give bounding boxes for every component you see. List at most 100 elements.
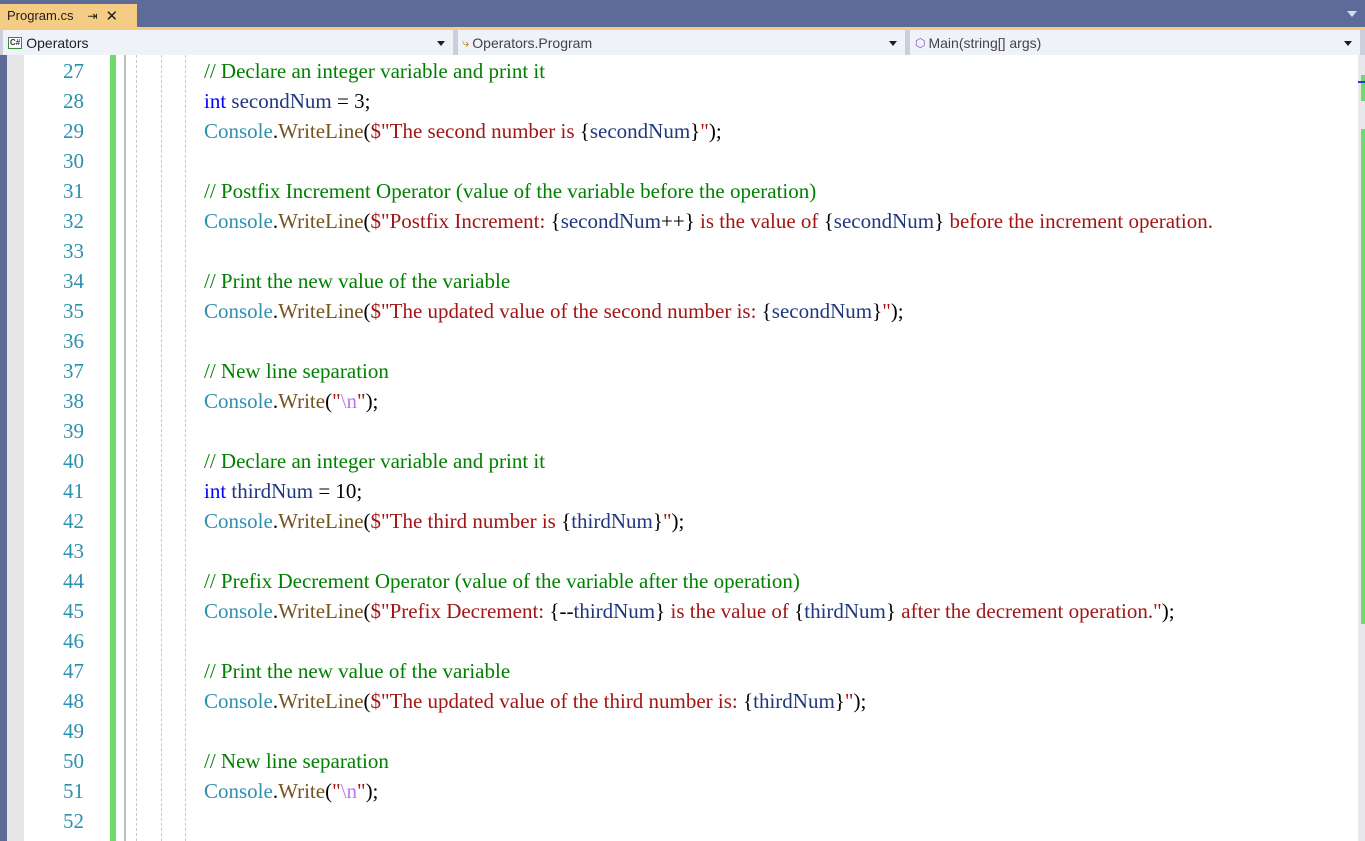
code-token: " — [662, 509, 672, 533]
code-token: { — [561, 509, 572, 533]
line-number: 33 — [63, 239, 84, 263]
code-token: $"The third number is — [370, 509, 562, 533]
line-number: 41 — [63, 479, 84, 503]
line-number: 45 — [63, 599, 84, 623]
member-dropdown[interactable]: ⬡ Main(string[] args) — [910, 30, 1360, 55]
code-token: ); — [1161, 599, 1175, 623]
line-number: 34 — [63, 269, 84, 293]
code-token: Console — [204, 509, 273, 533]
code-token: WriteLine — [278, 509, 364, 533]
code-line[interactable]: Console.WriteLine($"Postfix Increment: {… — [204, 206, 1213, 236]
code-token: $"Postfix Increment: — [370, 209, 551, 233]
navigation-bar: C# Operators ⤷ Operators.Program ⬡ Main(… — [0, 29, 1365, 55]
code-line[interactable]: // New line separation — [204, 746, 389, 776]
tab-title: Program.cs — [7, 8, 74, 23]
code-token: WriteLine — [278, 599, 364, 623]
close-icon[interactable]: ✕ — [106, 7, 119, 25]
line-number: 38 — [63, 389, 84, 413]
code-token: // New line separation — [204, 359, 389, 383]
code-token: ); — [708, 119, 722, 143]
line-number: 27 — [63, 59, 84, 83]
code-token: thirdNum — [573, 599, 656, 623]
code-token: ); — [365, 779, 379, 803]
code-token: " — [356, 779, 366, 803]
code-token: " — [332, 779, 341, 803]
code-line[interactable]: int secondNum = 3; — [204, 86, 370, 116]
code-line[interactable]: int thirdNum = 10; — [204, 476, 362, 506]
code-token: \n — [340, 389, 357, 413]
line-number: 50 — [63, 749, 84, 773]
code-token: thirdNum — [571, 509, 653, 533]
tab-overflow-chevron-icon[interactable] — [1347, 11, 1357, 17]
code-token: after the decrement operation." — [896, 599, 1162, 623]
code-token: { — [761, 299, 772, 323]
chevron-down-icon — [1344, 41, 1352, 46]
tab-program-cs[interactable]: Program.cs ⇥ ✕ — [0, 4, 137, 27]
code-token: } — [690, 119, 701, 143]
code-line[interactable]: // Postfix Increment Operator (value of … — [204, 176, 816, 206]
code-token: \n — [340, 779, 357, 803]
line-number: 47 — [63, 659, 84, 683]
code-line[interactable]: // New line separation — [204, 356, 389, 386]
code-token: ++ — [661, 209, 685, 233]
line-number: 46 — [63, 629, 84, 653]
line-numbers: 27 28 29 30 31 32 33 34 35 36 37 38 39 40 41 42 43 44 45 46… — [24, 55, 110, 841]
outlining-margin[interactable] — [124, 55, 126, 841]
private-method-icon: ⬡ — [915, 35, 926, 50]
code-token: " — [882, 299, 891, 323]
project-dropdown-label: Operators — [26, 34, 89, 51]
code-token: // New line separation — [204, 749, 389, 773]
code-token: = 3; — [331, 89, 371, 113]
code-line[interactable]: Console.WriteLine($"The second number is… — [204, 116, 722, 146]
code-token: thirdNum — [804, 599, 886, 623]
code-line[interactable]: Console.WriteLine($"The third number is … — [204, 506, 684, 536]
project-dropdown[interactable]: C# Operators — [3, 30, 453, 55]
code-line[interactable]: // Declare an integer variable and print… — [204, 56, 545, 86]
code-token: } — [655, 599, 666, 623]
scrollbar-change-marker — [1361, 129, 1365, 624]
code-token: " — [356, 389, 366, 413]
line-number: 39 — [63, 419, 84, 443]
code-token: WriteLine — [278, 299, 364, 323]
code-token: thirdNum — [753, 689, 835, 713]
code-token: } — [885, 599, 896, 623]
code-line[interactable]: // Print the new value of the variable — [204, 656, 510, 686]
glyph-margin[interactable] — [7, 55, 24, 841]
code-token: WriteLine — [278, 689, 364, 713]
type-dropdown[interactable]: ⤷ Operators.Program — [458, 30, 905, 55]
code-token: } — [652, 509, 663, 533]
code-token: // Declare an integer variable and print… — [204, 449, 546, 473]
code-token: secondNum — [771, 299, 873, 323]
code-token: { — [550, 209, 561, 233]
code-token: // Declare an integer variable and print… — [204, 59, 546, 83]
class-icon: ⤷ — [462, 34, 470, 50]
chevron-down-icon — [889, 41, 897, 46]
code-token: { — [549, 599, 560, 623]
type-dropdown-label: Operators.Program — [472, 34, 593, 51]
line-number: 40 — [63, 449, 84, 473]
code-token: Console — [204, 389, 273, 413]
code-line[interactable]: Console.WriteLine($"The updated value of… — [204, 296, 904, 326]
code-line[interactable]: Console.Write("\n"); — [204, 776, 378, 806]
code-token: ( — [363, 119, 371, 143]
line-number: 36 — [63, 329, 84, 353]
code-token: secondNum — [589, 119, 691, 143]
code-token: ); — [365, 389, 379, 413]
code-line[interactable]: Console.Write("\n"); — [204, 386, 378, 416]
code-token: ( — [363, 689, 371, 713]
code-token: Console — [204, 299, 273, 323]
code-line[interactable]: Console.WriteLine($"The updated value of… — [204, 686, 866, 716]
line-number: 37 — [63, 359, 84, 383]
code-token: before the increment operation. — [944, 209, 1213, 233]
line-number: 29 — [63, 119, 84, 143]
code-line[interactable]: // Print the new value of the variable — [204, 266, 510, 296]
code-line[interactable]: // Declare an integer variable and print… — [204, 446, 545, 476]
code-line[interactable]: // Prefix Decrement Operator (value of t… — [204, 566, 800, 596]
code-token: WriteLine — [278, 119, 364, 143]
code-token: { — [794, 599, 805, 623]
code-token: " — [332, 389, 341, 413]
chevron-down-icon — [437, 41, 445, 46]
code-line[interactable]: Console.WriteLine($"Prefix Decrement: {-… — [204, 596, 1175, 626]
pin-icon[interactable]: ⇥ — [87, 9, 97, 23]
code-token: ( — [363, 509, 371, 533]
